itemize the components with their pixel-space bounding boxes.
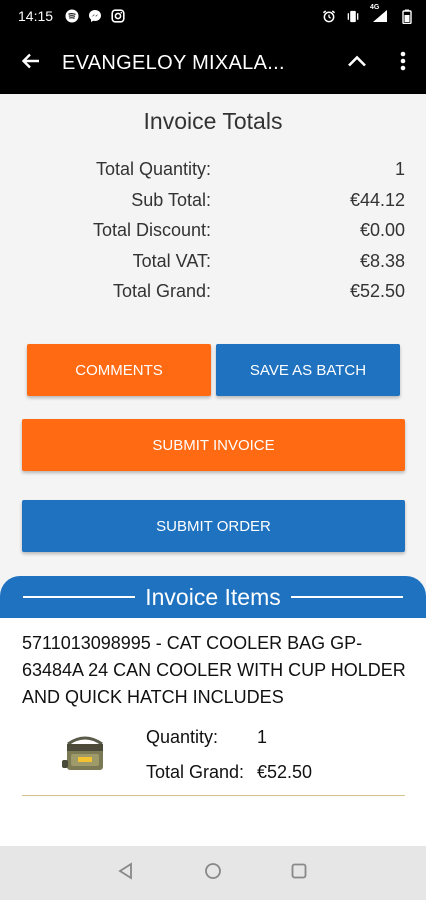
- totals-label: Total Discount:: [92, 220, 211, 240]
- item-quantity-value: 1: [257, 727, 268, 747]
- totals-label: Total Quantity:: [95, 159, 211, 179]
- item-description: 5711013098995 - CAT COOLER BAG GP-63484A…: [22, 633, 406, 707]
- totals-value: €44.12: [349, 190, 405, 210]
- submit-invoice-button[interactable]: SUBMIT INVOICE: [22, 419, 405, 471]
- nav-back-button[interactable]: [101, 846, 151, 900]
- invoice-items-header: Invoice Items: [0, 576, 426, 618]
- nav-home-icon: [204, 862, 222, 885]
- totals-row-grand: Total Grand: €52.50: [0, 277, 426, 307]
- totals-row-subtotal: Sub Total: €44.12: [0, 186, 426, 216]
- back-button[interactable]: [0, 32, 62, 94]
- totals-label: Total Grand:: [112, 281, 211, 301]
- nav-home-button[interactable]: [188, 846, 238, 900]
- save-as-batch-button[interactable]: SAVE AS BATCH: [216, 344, 400, 396]
- invoice-item-list: 5711013098995 - CAT COOLER BAG GP-63484A…: [0, 618, 426, 846]
- totals-value: €0.00: [359, 220, 405, 240]
- nav-back-icon: [117, 861, 135, 885]
- vibrate-icon: [346, 9, 360, 23]
- invoice-content: Invoice Totals Total Quantity: 1 Sub Tot…: [0, 94, 426, 846]
- totals-value: 1: [394, 159, 405, 179]
- nav-recents-button[interactable]: [274, 846, 324, 900]
- chevron-up-icon: [347, 54, 367, 73]
- totals-label: Sub Total:: [131, 190, 211, 210]
- header-divider-right: [290, 596, 403, 598]
- totals-label: Total VAT:: [132, 251, 211, 271]
- item-divider: [22, 795, 405, 796]
- totals-value: €8.38: [359, 251, 405, 271]
- messenger-icon: [88, 9, 102, 23]
- instagram-icon: [111, 9, 125, 23]
- signal-4g-icon: 4G: [370, 4, 390, 23]
- totals-row-quantity: Total Quantity: 1: [0, 155, 426, 185]
- totals-row-vat: Total VAT: €8.38: [0, 247, 426, 277]
- arrow-left-icon: [21, 51, 41, 76]
- battery-icon: [400, 9, 414, 24]
- totals-row-discount: Total Discount: €0.00: [0, 216, 426, 246]
- alarm-icon: [322, 9, 336, 23]
- header-divider-left: [23, 596, 136, 598]
- app-bar: EVANGELOY MIXALA...: [0, 32, 426, 94]
- submit-order-button[interactable]: SUBMIT ORDER: [22, 500, 405, 552]
- status-bar: 14:15 4G: [0, 0, 426, 32]
- product-image: [60, 730, 110, 774]
- comments-button[interactable]: COMMENTS: [27, 344, 211, 396]
- totals-value: €52.50: [349, 281, 405, 301]
- network-label: 4G: [370, 4, 380, 11]
- spotify-icon: [65, 9, 79, 23]
- nav-recents-icon: [290, 862, 308, 885]
- item-grand-label: Total Grand:: [146, 762, 245, 782]
- system-nav-bar: [0, 846, 426, 900]
- overflow-menu-button[interactable]: [380, 32, 426, 94]
- invoice-items-title: Invoice Items: [145, 583, 281, 610]
- item-grand-value: €52.50: [257, 762, 313, 782]
- more-vertical-icon: [400, 51, 406, 76]
- page-title: EVANGELOY MIXALA...: [62, 51, 285, 74]
- totals-title: Invoice Totals: [143, 108, 283, 134]
- status-time: 14:15: [18, 8, 54, 24]
- item-quantity-label: Quantity:: [146, 727, 219, 747]
- collapse-button[interactable]: [334, 32, 380, 94]
